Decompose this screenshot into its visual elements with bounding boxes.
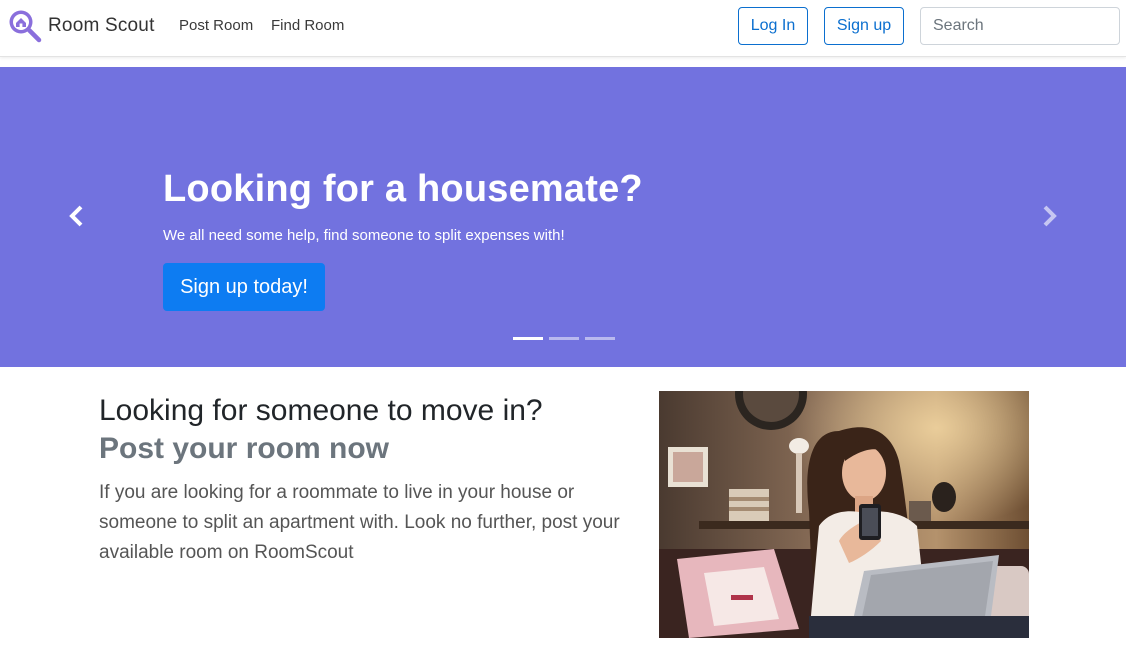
house-magnifier-icon [9,10,42,43]
woman-with-phone-and-laptop-photo [659,391,1029,638]
carousel-indicator-2[interactable] [549,337,579,340]
carousel-indicators [513,337,615,340]
chevron-right-icon [1043,205,1057,227]
carousel-indicator-3[interactable] [585,337,615,340]
brand-name: Room Scout [48,15,155,36]
nav-link-post-room[interactable]: Post Room [179,17,253,34]
signup-today-button[interactable]: Sign up today! [163,263,325,311]
login-button[interactable]: Log In [738,7,808,45]
search-input[interactable] [920,7,1120,45]
carousel-prev-button[interactable] [66,205,88,227]
hero-subtitle: We all need some help, find someone to s… [163,227,565,244]
top-navbar: Room Scout Post Room Find Room Log In Si… [0,0,1126,57]
chevron-left-icon [69,205,83,227]
carousel-indicator-1[interactable] [513,337,543,340]
brand[interactable]: Room Scout [7,8,155,44]
signup-button[interactable]: Sign up [824,7,904,45]
feature-heading: Looking for someone to move in? [99,394,543,427]
carousel-next-button[interactable] [1038,205,1060,227]
hero-title: Looking for a housemate? [163,168,643,210]
hero-carousel: Looking for a housemate? We all need som… [0,67,1126,367]
feature-subheading: Post your room now [99,432,390,465]
feature-body: If you are looking for a roommate to liv… [99,482,620,563]
nav-link-find-room[interactable]: Find Room [271,17,344,34]
